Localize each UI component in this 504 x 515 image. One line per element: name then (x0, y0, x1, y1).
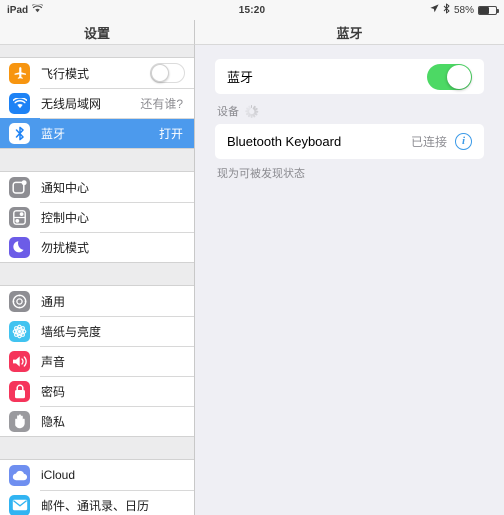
mail-icon (9, 494, 30, 515)
bluetooth-label: 蓝牙 (227, 70, 254, 85)
sidebar-item-无线局域网[interactable]: 无线局域网 还有谁? (0, 88, 194, 118)
devices-section-header: 设备 (195, 94, 504, 124)
sidebar-item-飞行模式[interactable]: 飞行模式 (0, 58, 194, 88)
sidebar-groups: 飞行模式无线局域网 还有谁? 蓝牙 打开通知中心控制中心勿扰模式通用墙纸与亮度声音密码… (0, 57, 194, 515)
sidebar-item-蓝牙[interactable]: 蓝牙 打开 (0, 118, 194, 148)
sidebar-item-label: 隐私 (41, 414, 66, 429)
control-center-icon (9, 206, 30, 228)
sidebar-item-label: 通用 (41, 294, 66, 309)
page-title-bluetooth: 蓝牙 (336, 25, 363, 41)
device-status: 已连接 (410, 135, 447, 149)
bluetooth-icon (9, 122, 30, 144)
devices-label: 设备 (217, 106, 239, 118)
location-arrow-icon (430, 4, 439, 16)
sidebar-group-gap (0, 263, 194, 285)
status-bar-clock: 15:20 (238, 4, 266, 16)
sidebar-item-label: 蓝牙 (41, 126, 66, 141)
gear-icon (9, 290, 30, 312)
sidebar-item-value: 打开 (158, 126, 183, 141)
sidebar-item-声音[interactable]: 声音 (0, 346, 194, 376)
bluetooth-icon (443, 3, 450, 17)
status-bar-right: 58% (430, 3, 499, 17)
page-title-settings: 设置 (83, 25, 110, 41)
wifi-icon (9, 92, 30, 114)
sidebar-item-label: 墙纸与亮度 (41, 324, 102, 339)
sidebar-item-通知中心[interactable]: 通知中心 (0, 172, 194, 202)
discoverable-footnote: 现为可被发现状态 (217, 168, 305, 180)
sidebar-item-隐私[interactable]: 隐私 (0, 406, 194, 436)
devices-card: Bluetooth Keyboard 已连接 i (215, 124, 484, 159)
sidebar-group-gap (0, 437, 194, 459)
lock-icon (9, 380, 30, 402)
sidebar-item-label: 邮件、通讯录、日历 (41, 498, 150, 513)
sidebar-item-label: 密码 (41, 384, 66, 399)
airplane-icon (9, 62, 30, 84)
sidebar-item-label: 声音 (41, 354, 66, 369)
sidebar-item-通用[interactable]: 通用 (0, 286, 194, 316)
sidebar-item-控制中心[interactable]: 控制中心 (0, 202, 194, 232)
info-icon[interactable]: i (455, 133, 472, 150)
notification-center-icon (9, 176, 30, 198)
ipad-settings-screen: iPad 15:20 58% 设置 蓝牙 飞行模式 无线局域网 还有谁? 蓝牙 … (0, 0, 504, 515)
cloud-icon (9, 464, 30, 486)
bluetooth-toggle-card: 蓝牙 (215, 59, 484, 94)
sidebar-item-墙纸与亮度[interactable]: 墙纸与亮度 (0, 316, 194, 346)
settings-sidebar[interactable]: 飞行模式无线局域网 还有谁? 蓝牙 打开通知中心控制中心勿扰模式通用墙纸与亮度声音密码… (0, 45, 195, 515)
speaker-icon (9, 350, 30, 372)
bluetooth-toggle[interactable] (427, 63, 472, 90)
sidebar-group-3: 通用墙纸与亮度声音密码隐私 (0, 285, 194, 437)
sidebar-top-gap (0, 45, 194, 57)
status-bar: iPad 15:20 58% (0, 0, 504, 20)
sidebar-nav-bar: 设置 (0, 20, 195, 45)
sidebar-item-value: 还有谁? (140, 96, 183, 111)
device-name-label: Bluetooth Keyboard (227, 134, 342, 149)
hand-icon (9, 410, 30, 432)
sidebar-group-1: 飞行模式无线局域网 还有谁? 蓝牙 打开 (0, 57, 194, 149)
sidebar-item-勿扰模式[interactable]: 勿扰模式 (0, 232, 194, 262)
sidebar-item-密码[interactable]: 密码 (0, 376, 194, 406)
sidebar-group-gap (0, 149, 194, 171)
battery-icon (478, 5, 499, 15)
battery-percent: 58% (453, 4, 474, 16)
sidebar-item-label: 勿扰模式 (41, 240, 90, 255)
sidebar-group-4: iCloud邮件、通讯录、日历备忘录 (0, 459, 194, 515)
sidebar-item-label: 无线局域网 (41, 96, 102, 111)
device-row[interactable]: Bluetooth Keyboard 已连接 i (215, 124, 484, 159)
airplane-mode-toggle[interactable] (150, 63, 185, 83)
detail-nav-bar: 蓝牙 (195, 20, 504, 45)
bluetooth-detail-panel: 蓝牙 设备 Bluetooth Keyboard 已连接 i 现为可被发现状态 (195, 45, 504, 515)
sidebar-item-label: 控制中心 (41, 210, 90, 225)
sidebar-item-iCloud[interactable]: iCloud (0, 460, 194, 490)
sidebar-item-label: iCloud (41, 468, 76, 482)
sidebar-group-2: 通知中心控制中心勿扰模式 (0, 171, 194, 263)
moon-icon (9, 236, 30, 258)
sidebar-item-label: 通知中心 (41, 180, 90, 195)
bluetooth-toggle-row[interactable]: 蓝牙 (215, 59, 484, 94)
loading-spinner-icon (244, 104, 258, 118)
sidebar-item-label: 飞行模式 (41, 66, 90, 81)
wallpaper-flower-icon (9, 320, 30, 342)
sidebar-item-邮件、通讯录、日历[interactable]: 邮件、通讯录、日历 (0, 490, 194, 515)
